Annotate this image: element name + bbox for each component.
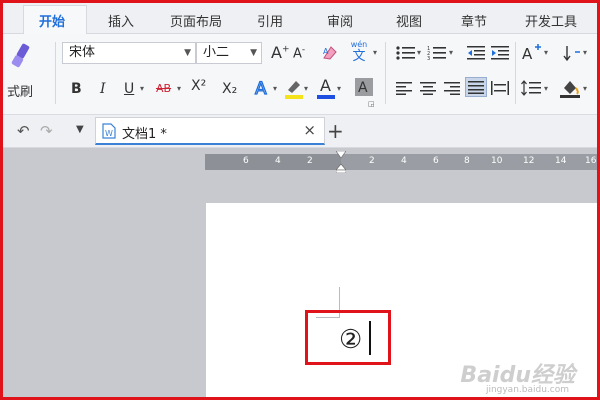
add-tab-icon[interactable]: + (327, 119, 344, 143)
document-icon: W (102, 123, 116, 143)
chevron-down-icon: ▼ (184, 48, 191, 58)
paragraph-shading-icon[interactable] (559, 78, 581, 102)
highlight-icon[interactable] (284, 78, 304, 104)
font-size-value: 小二 (203, 45, 230, 60)
tab-review[interactable]: 审阅 (327, 11, 353, 30)
font-color-letter: A (320, 76, 331, 95)
app-window: 开始 插入 页面布局 引用 审阅 视图 章节 开发工具 式刷 宋体 ▼ 小二 ▼… (3, 3, 597, 397)
bold-button[interactable]: B (71, 81, 82, 97)
ruler-tick: 8 (464, 156, 470, 166)
chevron-down-icon[interactable]: ▾ (177, 84, 181, 93)
separator (55, 42, 56, 104)
ruler-tick: 14 (555, 156, 567, 166)
document-tab[interactable]: W 文档1 * × (95, 117, 325, 145)
phonetic-char: 文 (352, 49, 366, 64)
ribbon-tabs: 开始 插入 页面布局 引用 审阅 视图 章节 开发工具 (3, 3, 597, 34)
ruler-tick: 4 (275, 156, 281, 166)
chevron-down-icon[interactable]: ▾ (544, 84, 548, 93)
ruler-tick: 2 (307, 156, 313, 166)
svg-text:A: A (323, 47, 329, 56)
ruler-tick: 4 (401, 156, 407, 166)
separator (385, 42, 386, 104)
font-name-value: 宋体 (69, 45, 96, 60)
ruler-tick: 16 (585, 156, 597, 166)
numbered-list-icon[interactable]: 123 (427, 45, 447, 65)
ruler-tick: 2 (369, 156, 375, 166)
svg-text:A: A (358, 80, 368, 96)
subscript-button[interactable]: X₂ (222, 81, 237, 97)
line-spacing-icon[interactable] (521, 80, 541, 100)
grow-font-button[interactable]: A+ (271, 43, 290, 62)
italic-button[interactable]: I (100, 81, 106, 97)
ruler-tick: 6 (433, 156, 439, 166)
chevron-down-icon[interactable]: ▾ (373, 48, 377, 57)
chevron-down-icon[interactable]: ▾ (140, 84, 144, 93)
ribbon: 式刷 宋体 ▼ 小二 ▼ A+ A- A wén 文 ▾ B I U ▾ AB … (3, 34, 597, 115)
char-shading-icon[interactable]: A (355, 78, 373, 96)
tab-view[interactable]: 视图 (396, 11, 422, 30)
document-tab-bar: ↶ ↷ ▼ W 文档1 * × + (3, 115, 597, 148)
format-painter-label[interactable]: 式刷 (7, 81, 33, 100)
chevron-down-icon[interactable]: ▾ (583, 84, 587, 93)
svg-text:A: A (522, 45, 533, 63)
clear-format-icon[interactable]: A (321, 44, 339, 66)
distributed-align-icon[interactable] (491, 80, 509, 99)
indent-marker-icon[interactable] (335, 150, 347, 174)
decrease-indent-icon[interactable] (467, 45, 485, 65)
justify-icon[interactable] (465, 77, 487, 97)
font-color-icon[interactable]: A (316, 76, 336, 100)
sort-icon[interactable] (563, 44, 583, 66)
chevron-down-icon[interactable]: ▾ (449, 48, 453, 57)
font-dialog-launcher-icon[interactable]: ◲ (368, 100, 375, 108)
chevron-down-icon[interactable]: ▾ (304, 84, 308, 93)
ruler-tick: 12 (523, 156, 535, 166)
underline-button[interactable]: U (124, 81, 134, 97)
chevron-down-icon[interactable]: ▾ (417, 48, 421, 57)
tab-home[interactable]: 开始 (39, 11, 65, 30)
chevron-down-icon[interactable]: ▾ (273, 84, 277, 93)
svg-text:A: A (255, 79, 267, 98)
bullet-list-icon[interactable] (396, 45, 416, 65)
horizontal-ruler[interactable]: 6 4 2 2 4 6 8 10 12 14 16 (205, 150, 597, 174)
format-painter-icon[interactable] (9, 42, 33, 72)
phonetic-guide-icon[interactable]: wén 文 (347, 40, 371, 66)
close-icon[interactable]: × (303, 121, 316, 139)
chevron-down-icon[interactable]: ▾ (337, 84, 341, 93)
redo-icon[interactable]: ↷ (40, 122, 53, 140)
document-tab-title: 文档1 * (122, 127, 167, 142)
svg-text:W: W (105, 129, 113, 138)
tab-references[interactable]: 引用 (257, 11, 283, 30)
tab-page-layout[interactable]: 页面布局 (170, 11, 222, 30)
chevron-down-icon[interactable]: ▾ (544, 48, 548, 57)
tab-chapter[interactable]: 章节 (461, 11, 487, 30)
dropdown-caret-icon[interactable]: ▼ (76, 124, 84, 135)
highlight-box (305, 310, 391, 365)
text-effect-icon[interactable]: A (253, 78, 273, 102)
tab-insert[interactable]: 插入 (108, 11, 134, 30)
increase-indent-icon[interactable] (491, 45, 509, 65)
chevron-down-icon: ▼ (250, 48, 257, 58)
tab-developer[interactable]: 开发工具 (525, 11, 577, 30)
ruler-tick: 10 (491, 156, 503, 166)
shrink-font-button[interactable]: A- (293, 45, 305, 61)
superscript-button[interactable]: X² (191, 78, 206, 94)
font-size-select[interactable]: 小二 ▼ (196, 42, 262, 64)
undo-icon[interactable]: ↶ (17, 122, 30, 140)
separator (515, 42, 516, 104)
watermark-url: jingyan.baidu.com (485, 385, 569, 395)
strikethrough-button[interactable]: AB (156, 82, 171, 95)
ruler-tick: 6 (243, 156, 249, 166)
document-workspace: 6 4 2 2 4 6 8 10 12 14 16 ② Baidu经验 jing… (3, 148, 597, 397)
align-right-icon[interactable] (444, 80, 460, 99)
chevron-down-icon[interactable]: ▾ (583, 48, 587, 57)
font-name-select[interactable]: 宋体 ▼ (62, 42, 196, 64)
text-direction-icon[interactable]: A (521, 43, 543, 67)
align-center-icon[interactable] (420, 80, 436, 99)
svg-text:3: 3 (427, 56, 430, 61)
align-left-icon[interactable] (396, 80, 412, 99)
